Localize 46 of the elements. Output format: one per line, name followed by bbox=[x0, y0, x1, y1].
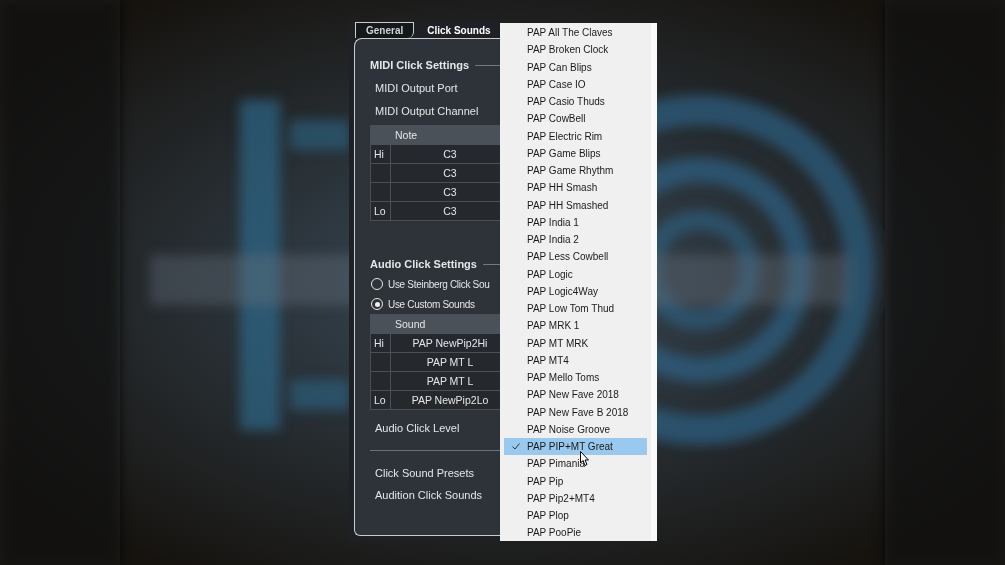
field-label: MIDI Output Port bbox=[374, 82, 458, 94]
menu-item[interactable]: PAP Pip2+MT4 bbox=[504, 489, 647, 507]
menu-item[interactable]: PAP New Fave 2018 bbox=[504, 386, 647, 404]
menu-item[interactable]: PAP Mello Toms bbox=[504, 369, 647, 387]
menu-item[interactable]: PAP New Fave B 2018 bbox=[504, 403, 647, 421]
menu-item[interactable]: PAP Pip bbox=[504, 472, 647, 490]
menu-item[interactable]: PAP Logic4Way bbox=[504, 282, 647, 300]
menu-item[interactable]: PAP PIP+MT Great bbox=[504, 438, 647, 456]
menu-item[interactable]: PAP Electric Rim bbox=[504, 127, 647, 145]
section-title: MIDI Click Settings bbox=[370, 59, 470, 71]
checkmark-icon bbox=[511, 443, 520, 451]
field-label: Audio Click Level bbox=[374, 422, 460, 434]
menu-item[interactable]: PAP Game Rhythm bbox=[504, 162, 647, 180]
menu-item[interactable]: PAP MT MRK bbox=[504, 334, 647, 352]
field-label: Audition Click Sounds bbox=[374, 489, 482, 501]
radio-label[interactable]: Use Custom Sounds bbox=[388, 298, 475, 310]
menu-item[interactable]: PAP HH Smashed bbox=[504, 196, 647, 214]
tab[interactable]: General bbox=[355, 22, 415, 38]
menu-item[interactable]: PAP Noise Groove bbox=[504, 420, 647, 438]
menu-item[interactable]: PAP PooPie bbox=[504, 524, 647, 542]
column-header: Sound bbox=[390, 314, 501, 334]
menu-item[interactable]: PAP CowBell bbox=[504, 110, 647, 128]
table-header bbox=[370, 314, 391, 334]
column-header: Note bbox=[390, 125, 501, 145]
field-label: MIDI Output Channel bbox=[374, 105, 479, 117]
menu-item[interactable]: PAP Case IO bbox=[504, 75, 647, 93]
menu-item[interactable]: PAP Less Cowbell bbox=[504, 248, 647, 266]
table-header bbox=[370, 125, 391, 145]
menu-item[interactable]: PAP Plop bbox=[504, 507, 647, 525]
menu-item[interactable]: PAP Game Blips bbox=[504, 144, 647, 162]
menu-item[interactable]: PAP India 2 bbox=[504, 231, 647, 249]
menu-item[interactable]: PAP Broken Clock bbox=[504, 41, 647, 59]
menu-item[interactable]: PAP Pimania bbox=[504, 455, 647, 473]
menu-item[interactable]: PAP Logic bbox=[504, 265, 647, 283]
menu-item[interactable]: PAP Low Tom Thud bbox=[504, 300, 647, 318]
radio-label[interactable]: Use Steinberg Click Sou bbox=[388, 278, 490, 290]
section-title: Audio Click Settings bbox=[370, 258, 477, 270]
menu-item[interactable]: PAP HH Smash bbox=[504, 179, 647, 197]
tab[interactable]: Click Sounds bbox=[416, 22, 501, 38]
field-label: Click Sound Presets bbox=[374, 467, 475, 479]
menu-item[interactable]: PAP Casio Thuds bbox=[504, 93, 647, 111]
menu-item[interactable]: PAP All The Claves bbox=[504, 24, 647, 42]
menu-item[interactable]: PAP Can Blips bbox=[504, 58, 647, 76]
menu-item[interactable]: PAP MT4 bbox=[504, 351, 647, 369]
menu-item[interactable]: PAP MRK 1 bbox=[504, 317, 647, 335]
menu-item[interactable]: PAP India 1 bbox=[504, 213, 647, 231]
